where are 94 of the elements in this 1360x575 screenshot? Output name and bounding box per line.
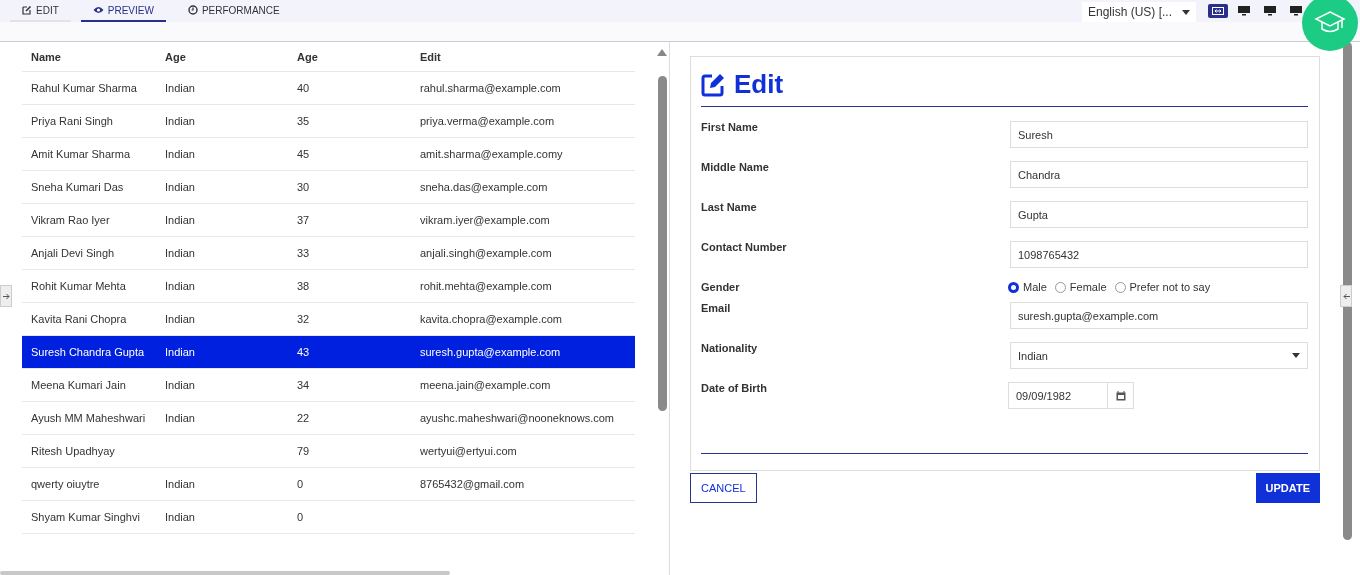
update-button[interactable]: UPDATE [1255,473,1320,503]
text-field[interactable]: Gupta [1010,201,1308,228]
table-cell-text: Indian [164,312,196,327]
table-cell-text: rohit.mehta@example.com [419,279,553,294]
table-cell-text: 34 [296,378,311,393]
table-cell-text: Indian [164,114,196,129]
table-row[interactable]: Rohit Kumar Mehta Indian 38 rohit.mehta@example.com [22,270,635,303]
radio-option[interactable]: Male [1008,281,1047,293]
table-cell-text: 30 [296,180,311,195]
language-dropdown[interactable]: English (US) [... [1081,2,1196,22]
table-cell-text: 33 [296,246,311,261]
tab[interactable]: PERFORMANCE [175,0,292,22]
field-label: Contact Number [701,241,787,255]
table-cell-text: Rahul Kumar Sharma [30,81,138,96]
table-cell-text: Kavita Rani Chopra [30,312,128,327]
field-label: Last Name [701,201,757,215]
table-cell-text: vikram.iyer@example.com [419,213,551,228]
table-cell-text: Priya Rani Singh [30,114,114,129]
field-label: Date of Birth [701,382,767,396]
table-cell-text: 0 [296,477,305,492]
text-field[interactable]: Chandra [1010,161,1308,188]
text-field[interactable]: Suresh [1010,121,1308,148]
table-cell-text: sneha.das@example.com [419,180,549,195]
table-cell-text: amit.sharma@example.comy [419,147,564,162]
text-field[interactable]: 1098765432 [1010,241,1308,268]
table-cell-text: Indian [164,345,196,360]
table-cell-text: meena.jain@example.com [419,378,552,393]
table-cell-text: Indian [164,147,196,162]
table-cell-text: Indian [164,378,196,393]
table-row[interactable]: Meena Kumari Jain Indian 34 meena.jain@example.com [22,369,635,402]
table-row[interactable]: Sneha Kumari Das Indian 30 sneha.das@example.com [22,171,635,204]
nationality-dropdown[interactable]: Indian [1010,342,1308,369]
table-cell-text: 37 [296,213,311,228]
table-row[interactable]: Anjali Devi Singh Indian 33 anjali.singh@example.com [22,237,635,270]
table-cell-text: 38 [296,279,311,294]
field-label: First Name [701,121,758,135]
table-cell-text: qwerty oiuytre [30,477,101,492]
table-cell-text: ayushc.maheshwari@nooneknows.com [419,411,615,426]
table-cell-text: Ayush MM Maheshwari [30,411,147,426]
column-header: Name [30,50,62,63]
radio-option[interactable]: Female [1054,281,1107,293]
table-cell-text: Ritesh Upadhyay [30,444,116,459]
table-row[interactable]: qwerty oiuytre Indian 0 8765432@gmail.com [22,468,635,501]
table-row[interactable]: Ayush MM Maheshwari Indian 22 ayushc.maheshwari@nooneknows.com [22,402,635,435]
table-cell-text: Vikram Rao Iyer [30,213,111,228]
field-label: Gender [701,281,740,293]
table-cell-text: 35 [296,114,311,129]
table-row[interactable]: Amit Kumar Sharma Indian 45 amit.sharma@example.comy [22,138,635,171]
column-header: Age [164,50,187,63]
cancel-button[interactable]: CANCEL [690,473,757,503]
table-cell-text: 8765432@gmail.com [419,477,526,492]
field-label: Nationality [701,342,758,356]
table-cell-text: 22 [296,411,311,426]
column-header: Edit [419,50,442,63]
field-label: Middle Name [701,161,769,175]
column-header: Age [296,50,319,63]
table-cell-text: Sneha Kumari Das [30,180,125,195]
table-cell-text: 45 [296,147,311,162]
radio-option[interactable]: Prefer not to say [1114,281,1211,293]
table-cell-text: Suresh Chandra Gupta [30,345,146,360]
table-cell-text: 43 [296,345,311,360]
table-cell-text: Indian [164,279,196,294]
date-field[interactable]: 09/09/1982 [1008,382,1108,409]
table-row[interactable]: Shyam Kumar Singhvi Indian 0 [22,501,635,534]
field-label: Email [701,302,731,316]
table-cell-text: wertyui@ertyui.com [419,444,518,459]
table-cell-text: Indian [164,246,196,261]
table-cell-text: suresh.gupta@example.com [419,345,562,360]
table-cell-text: 79 [296,444,311,459]
table-cell-text: anjali.singh@example.com [419,246,553,261]
table-cell-text: Shyam Kumar Singhvi [30,510,141,525]
table-cell-text: Rohit Kumar Mehta [30,279,127,294]
table-row[interactable]: Vikram Rao Iyer Indian 37 vikram.iyer@example.com [22,204,635,237]
form-title: Edit [734,69,784,100]
table-cell-text: Indian [164,180,196,195]
table-cell-text: kavita.chopra@example.com [419,312,563,327]
table-cell-text: Indian [164,81,196,96]
table-cell-text: Indian [164,213,196,228]
table-row[interactable]: Ritesh Upadhyay 79 wertyui@ertyui.com [22,435,635,468]
table-row[interactable]: Rahul Kumar Sharma Indian 40 rahul.sharma@example.com [22,72,635,105]
table-cell-text: Indian [164,477,196,492]
table-cell-text: Indian [164,510,196,525]
table-cell-text: Amit Kumar Sharma [30,147,132,162]
table-row[interactable]: Suresh Chandra Gupta Indian 43 suresh.gupta@example.com [22,336,635,369]
table-cell-text: 0 [296,510,305,525]
table-cell-text: 32 [296,312,311,327]
table-cell-text: Meena Kumari Jain [30,378,127,393]
table-cell-text: rahul.sharma@example.com [419,81,562,96]
table-row[interactable]: Priya Rani Singh Indian 35 priya.verma@example.com [22,105,635,138]
text-field[interactable]: suresh.gupta@example.com [1010,302,1308,329]
table-cell-text: Anjali Devi Singh [30,246,116,261]
table-cell-text: Indian [164,411,196,426]
table-cell-text: priya.verma@example.com [419,114,556,129]
table-cell-text: 40 [296,81,311,96]
